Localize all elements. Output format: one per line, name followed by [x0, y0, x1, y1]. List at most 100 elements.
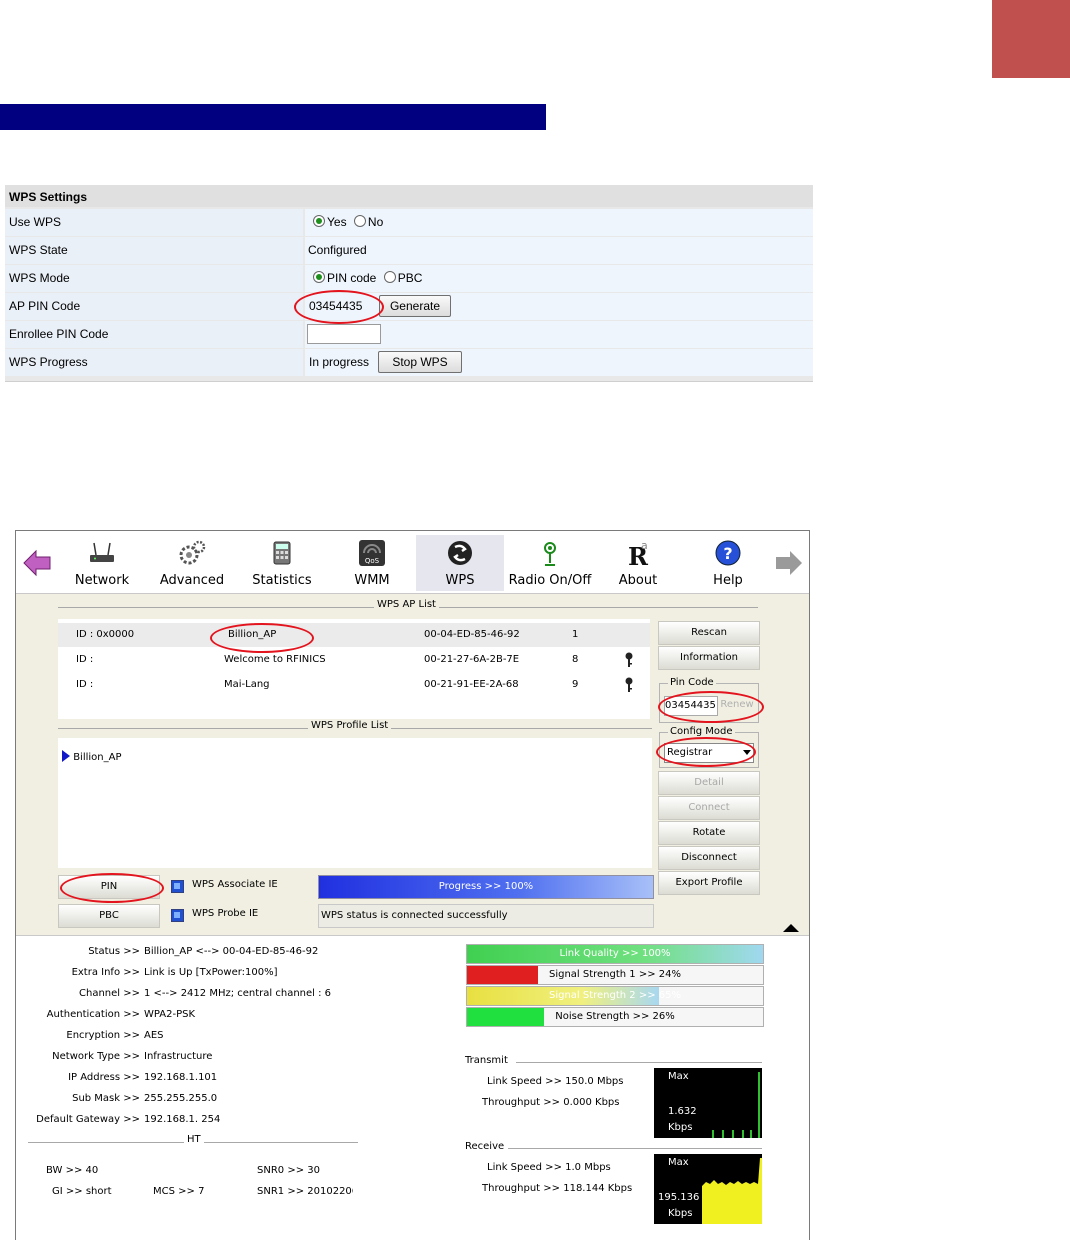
- highlight-oval: [60, 873, 164, 903]
- wps-settings-title: WPS Settings: [5, 185, 813, 207]
- transmit-title: Transmit: [465, 1055, 511, 1066]
- highlight-oval: [210, 623, 314, 653]
- info-value: AES: [144, 1030, 164, 1041]
- wps-profile-list-title: WPS Profile List: [308, 720, 392, 731]
- receive-graph: Max 195.136 Kbps: [654, 1154, 762, 1224]
- tab-network[interactable]: Network: [58, 535, 146, 591]
- wireless-utility-window: Network Advanced Statistics QoS WMM WPS …: [15, 530, 810, 1240]
- enrollee-pin-input[interactable]: [307, 324, 381, 344]
- ap-row[interactable]: ID : 0x0000 Billion_AP 00-04-ED-85-46-92…: [58, 623, 650, 647]
- signal-bar: Noise Strength >> 26%: [466, 1007, 764, 1027]
- wps-mode-label: WPS Mode: [5, 265, 303, 292]
- receive-title: Receive: [465, 1141, 508, 1152]
- wps-ap-list[interactable]: ID : 0x0000 Billion_AP 00-04-ED-85-46-92…: [58, 619, 650, 719]
- back-arrow-icon[interactable]: [22, 549, 52, 577]
- enrollee-pin-row: Enrollee PIN Code: [5, 321, 813, 348]
- transmit-graph-plot: [712, 1072, 760, 1138]
- tab-advanced[interactable]: Advanced: [148, 535, 236, 591]
- info-key: Sub Mask >>: [72, 1093, 140, 1104]
- svg-text:a: a: [641, 539, 648, 552]
- wps-progress-bar: Progress >> 100%: [318, 875, 654, 899]
- info-key: Authentication >>: [46, 1009, 140, 1020]
- forward-arrow-icon[interactable]: [774, 549, 804, 577]
- router-icon: [90, 542, 114, 562]
- connect-button[interactable]: Connect: [658, 796, 760, 820]
- disconnect-button[interactable]: Disconnect: [658, 846, 760, 870]
- wps-associate-ie-checkbox[interactable]: [171, 880, 184, 893]
- wps-icon: [448, 541, 472, 565]
- information-button[interactable]: Information: [658, 646, 760, 670]
- ap-row[interactable]: ID : Mai-Lang 00-21-91-EE-2A-68 9: [58, 673, 650, 697]
- info-key: Default Gateway >>: [36, 1114, 140, 1125]
- rescan-button[interactable]: Rescan: [658, 621, 760, 645]
- wps-associate-ie-label: WPS Associate IE: [192, 879, 278, 890]
- svg-text:?: ?: [723, 544, 732, 563]
- detail-button[interactable]: Detail: [658, 771, 760, 795]
- info-key: Encryption >>: [66, 1030, 140, 1041]
- info-key: IP Address >>: [68, 1072, 140, 1083]
- stop-wps-button[interactable]: Stop WPS: [378, 351, 462, 373]
- qos-badge-text: QoS: [365, 557, 380, 565]
- wps-mode-pin-radio[interactable]: [313, 271, 325, 283]
- info-value: Billion_AP <--> 00-04-ED-85-46-92: [144, 946, 319, 957]
- ht-snr0: SNR0 >> 30: [257, 1165, 320, 1176]
- info-value: 255.255.255.0: [144, 1093, 218, 1104]
- gears-icon: [179, 540, 206, 565]
- info-value: Infrastructure: [144, 1051, 213, 1062]
- ht-gi: GI >> short: [52, 1186, 112, 1197]
- info-value: WPA2-PSK: [144, 1009, 196, 1020]
- signal-bar-label: Signal Strength 1 >> 24%: [548, 969, 682, 980]
- wps-probe-ie-label: WPS Probe IE: [192, 908, 259, 919]
- signal-bar: Signal Strength 1 >> 24%: [466, 965, 764, 985]
- tab-about[interactable]: R a About: [594, 535, 682, 591]
- tab-radio-on-off[interactable]: Radio On/Off: [506, 535, 596, 591]
- tx-throughput: Throughput >> 0.000 Kbps: [482, 1097, 620, 1108]
- info-key: Status >>: [88, 946, 140, 957]
- info-key: Network Type >>: [52, 1051, 140, 1062]
- tab-statistics[interactable]: Statistics: [238, 535, 326, 591]
- wps-progress-row: WPS Progress In progress Stop WPS: [5, 349, 813, 376]
- tab-wps[interactable]: WPS: [416, 535, 504, 591]
- collapse-up-icon[interactable]: [782, 923, 800, 933]
- profile-selected-icon: [62, 750, 70, 762]
- wps-probe-ie-checkbox[interactable]: [171, 909, 184, 922]
- ht-mcs: MCS >> 7: [153, 1186, 205, 1197]
- export-profile-button[interactable]: Export Profile: [658, 871, 760, 895]
- wps-state-value: Configured: [305, 237, 813, 264]
- ap-row[interactable]: ID : Welcome to RFINICS 00-21-27-6A-2B-7…: [58, 648, 650, 672]
- key-icon: [625, 652, 633, 667]
- use-wps-yes-radio[interactable]: [313, 215, 325, 227]
- heading-bar: [0, 104, 546, 130]
- use-wps-row: Use WPS Yes No: [5, 209, 813, 236]
- pbc-button[interactable]: PBC: [58, 904, 160, 928]
- tab-wmm[interactable]: QoS WMM: [328, 535, 416, 591]
- info-value: Link is Up [TxPower:100%]: [144, 967, 278, 978]
- calculator-icon: [273, 541, 291, 565]
- wps-status-text: WPS status is connected successfully: [318, 904, 654, 928]
- tab-help[interactable]: ? Help: [684, 535, 772, 591]
- generate-button[interactable]: Generate: [379, 295, 451, 317]
- wps-mode-pbc-radio[interactable]: [383, 271, 396, 283]
- info-key: Channel >>: [79, 988, 140, 999]
- wps-state-row: WPS State Configured: [5, 237, 813, 264]
- profile-item[interactable]: Billion_AP: [62, 750, 122, 764]
- wps-profile-list[interactable]: Billion_AP: [58, 738, 652, 868]
- antenna-icon: [544, 542, 556, 566]
- highlight-oval: [656, 737, 756, 767]
- rx-throughput: Throughput >> 118.144 Kbps: [482, 1183, 633, 1194]
- toolbar: Network Advanced Statistics QoS WMM WPS …: [16, 531, 809, 594]
- use-wps-no-radio[interactable]: [353, 215, 366, 227]
- signal-bar-label: Link Quality >> 100%: [559, 948, 671, 959]
- wps-settings-panel: WPS Settings Use WPS Yes No WPS State Co…: [5, 185, 813, 382]
- wps-progress-value: In progress: [309, 355, 370, 369]
- ralink-logo-icon: R a: [628, 539, 649, 567]
- use-wps-label: Use WPS: [5, 209, 303, 236]
- wps-progress-label: WPS Progress: [5, 349, 303, 376]
- info-key: Extra Info >>: [71, 967, 140, 978]
- signal-bar-label: Noise Strength >> 26%: [555, 1011, 675, 1022]
- key-icon: [625, 677, 633, 692]
- info-value: 192.168.1.101: [144, 1072, 218, 1083]
- qos-icon: QoS: [359, 540, 385, 566]
- ap-pin-label: AP PIN Code: [5, 293, 303, 320]
- rotate-button[interactable]: Rotate: [658, 821, 760, 845]
